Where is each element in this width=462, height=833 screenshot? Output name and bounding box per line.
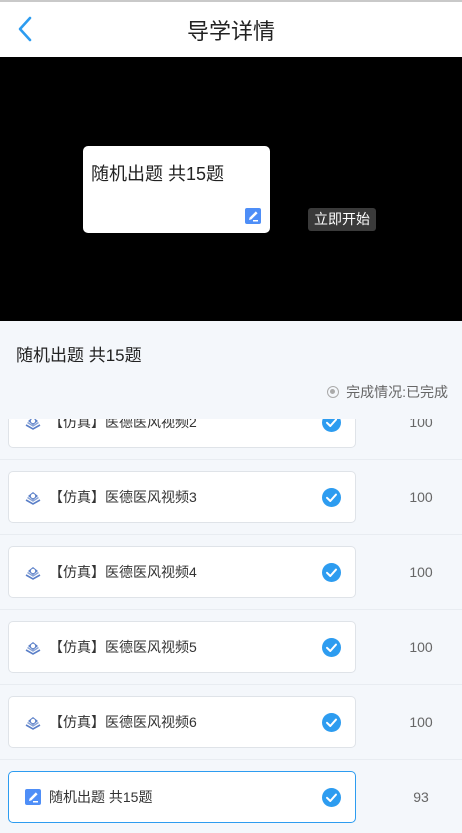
lesson-item-label: 【仿真】医德医风视频4	[49, 564, 197, 580]
quiz-preview-card: 随机出题 共15题	[83, 146, 270, 233]
video-player[interactable]: 随机出题 共15题 立即开始	[0, 57, 462, 321]
lesson-item-label: 随机出题 共15题	[49, 789, 153, 805]
status-radio-icon	[327, 386, 340, 398]
check-circle-icon	[322, 713, 341, 732]
lesson-score: 100	[409, 489, 433, 505]
lesson-item[interactable]: 【仿真】医德医风视频6	[8, 696, 356, 748]
check-circle-icon	[322, 419, 341, 432]
list-row: 【仿真】医德医风视频3 100	[0, 460, 462, 535]
lesson-item[interactable]: 【仿真】医德医风视频2	[8, 419, 356, 448]
check-circle-icon	[322, 788, 341, 807]
video-icon	[23, 487, 43, 507]
video-icon	[23, 562, 43, 582]
completion-status-text: 完成情况:已完成	[346, 384, 448, 400]
lesson-score: 100	[409, 419, 433, 430]
lesson-item[interactable]: 【仿真】医德医风视频4	[8, 546, 356, 598]
list-row: 【仿真】医德医风视频6 100	[0, 685, 462, 760]
list-row: 【仿真】医德医风视频4 100	[0, 535, 462, 610]
lesson-list[interactable]: 【仿真】医德医风视频2 100 【仿真】医德医风视频3 100 【仿真】医德医风视频4 1…	[0, 419, 462, 833]
completion-status: 完成情况:已完成	[327, 382, 448, 402]
list-row: 【仿真】医德医风视频5 100	[0, 610, 462, 685]
page-title: 导学详情	[186, 18, 275, 44]
list-row: 随机出题 共15题 93	[0, 760, 462, 833]
video-icon	[23, 637, 43, 657]
lesson-score: 100	[409, 639, 433, 655]
edit-icon	[245, 208, 261, 224]
lesson-item[interactable]: 随机出题 共15题	[8, 771, 356, 823]
edit-icon	[23, 787, 43, 807]
chevron-left-icon	[18, 16, 32, 42]
check-circle-icon	[322, 638, 341, 657]
quiz-preview-title: 随机出题 共15题	[91, 164, 225, 184]
back-button[interactable]	[10, 12, 40, 46]
lesson-score: 93	[413, 789, 429, 805]
list-row: 【仿真】医德医风视频2 100	[0, 419, 462, 460]
check-circle-icon	[322, 563, 341, 582]
lesson-score: 100	[409, 714, 433, 730]
lesson-item-label: 【仿真】医德医风视频5	[49, 639, 197, 655]
lesson-item-label: 【仿真】医德医风视频3	[49, 489, 197, 505]
lesson-title: 随机出题 共15题	[16, 346, 142, 365]
lesson-item[interactable]: 【仿真】医德医风视频3	[8, 471, 356, 523]
lesson-item[interactable]: 【仿真】医德医风视频5	[8, 621, 356, 673]
video-icon	[23, 419, 43, 432]
video-icon	[23, 712, 43, 732]
check-circle-icon	[322, 488, 341, 507]
app-header: 导学详情	[0, 0, 462, 57]
start-now-button[interactable]: 立即开始	[308, 208, 376, 231]
lesson-item-label: 【仿真】医德医风视频2	[49, 419, 197, 430]
lesson-item-label: 【仿真】医德医风视频6	[49, 714, 197, 730]
lesson-info: 随机出题 共15题 完成情况:已完成	[0, 321, 462, 419]
lesson-score: 100	[409, 564, 433, 580]
